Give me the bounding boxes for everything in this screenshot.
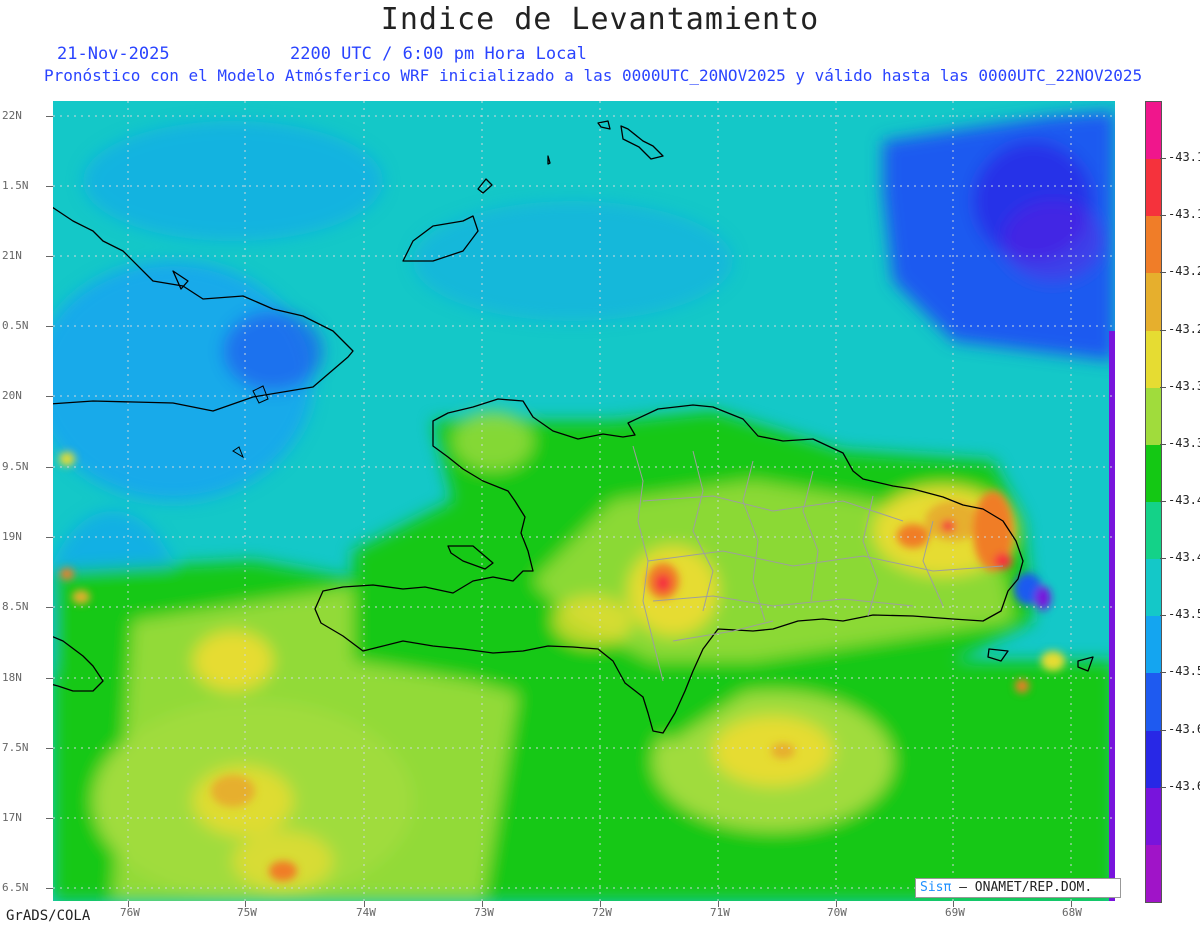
colorbar-segment bbox=[1146, 216, 1161, 274]
forecast-description: Pronóstico con el Modelo Atmósferico WRF… bbox=[44, 66, 1143, 85]
colorbar bbox=[1145, 101, 1162, 903]
colorbar-label: -43.6 bbox=[1168, 721, 1200, 736]
colorbar-label: -43.6 bbox=[1168, 778, 1200, 793]
lon-label: 70W bbox=[827, 906, 847, 919]
colorbar-segment bbox=[1146, 844, 1161, 903]
lon-label: 72W bbox=[592, 906, 612, 919]
lat-label: 19N bbox=[2, 530, 22, 543]
colorbar-tick bbox=[1160, 329, 1166, 331]
colorbar-segment bbox=[1146, 502, 1161, 560]
lon-label: 75W bbox=[237, 906, 257, 919]
colorbar-tick bbox=[1160, 272, 1166, 274]
colorbar-label: -43.5 bbox=[1168, 607, 1200, 622]
colorbar-segment bbox=[1146, 673, 1161, 732]
colorbar-segment bbox=[1146, 730, 1161, 789]
colorbar-label: -43.3 bbox=[1168, 435, 1200, 450]
lat-label: 0.5N bbox=[2, 319, 29, 332]
east-edge-purple bbox=[1109, 331, 1115, 901]
lon-label: 74W bbox=[356, 906, 376, 919]
lon-label: 69W bbox=[945, 906, 965, 919]
colorbar-segment bbox=[1146, 102, 1161, 160]
colorbar-tick bbox=[1160, 215, 1166, 217]
lon-label: 76W bbox=[120, 906, 140, 919]
colorbar-segment bbox=[1146, 559, 1161, 617]
colorbar-label: -43.5 bbox=[1168, 664, 1200, 679]
lat-label: 1.5N bbox=[2, 179, 29, 192]
colorbar-label: -43.1 bbox=[1168, 207, 1200, 222]
colorbar-tick bbox=[1160, 729, 1166, 731]
colorbar-tick bbox=[1160, 786, 1166, 788]
lon-label: 71W bbox=[710, 906, 730, 919]
colorbar-segment bbox=[1146, 787, 1161, 846]
colorbar-tick bbox=[1160, 558, 1166, 560]
footer-label: GrADS/COLA bbox=[6, 908, 91, 924]
colorbar-tick bbox=[1160, 501, 1166, 502]
map-title: Indice de Levantamiento bbox=[380, 2, 820, 37]
forecast-time: 2200 UTC / 6:00 pm Hora Local bbox=[290, 44, 587, 64]
colorbar-label: -43.2 bbox=[1168, 321, 1200, 336]
colorbar-tick bbox=[1160, 443, 1166, 445]
colorbar-tick bbox=[1160, 672, 1166, 674]
colorbar-tick bbox=[1160, 615, 1166, 617]
colorbar-label: -43.4 bbox=[1168, 550, 1200, 565]
lon-label: 73W bbox=[474, 906, 494, 919]
lat-label: 8.5N bbox=[2, 600, 29, 613]
lat-label: 18N bbox=[2, 671, 22, 684]
colorbar-segment bbox=[1146, 330, 1161, 389]
forecast-date: 21-Nov-2025 bbox=[57, 44, 170, 64]
lat-label: 9.5N bbox=[2, 460, 29, 473]
colorbar-label: -43.3 bbox=[1168, 378, 1200, 393]
colorbar-segment bbox=[1146, 444, 1161, 503]
lifted-index-map bbox=[53, 101, 1115, 901]
lat-label: 20N bbox=[2, 389, 22, 402]
lat-label: 21N bbox=[2, 249, 22, 262]
colorbar-label: -43.2 bbox=[1168, 264, 1200, 279]
colorbar-tick bbox=[1160, 158, 1166, 160]
lat-label: 22N bbox=[2, 109, 22, 122]
lat-label: 7.5N bbox=[2, 741, 29, 754]
colorbar-label: -43.4 bbox=[1168, 493, 1200, 507]
credit-box: Sisπ – ONAMET/REP.DOM. bbox=[915, 878, 1121, 898]
colorbar-segment bbox=[1146, 387, 1161, 446]
lat-label: 17N bbox=[2, 811, 22, 824]
colorbar-tick bbox=[1160, 386, 1166, 388]
colorbar-segment bbox=[1146, 273, 1161, 332]
lat-label: 6.5N bbox=[2, 881, 29, 894]
colorbar-segment bbox=[1146, 616, 1161, 674]
lon-label: 68W bbox=[1062, 906, 1082, 919]
colorbar-label: -43.1 bbox=[1168, 150, 1200, 165]
colorbar-segment bbox=[1146, 159, 1161, 217]
